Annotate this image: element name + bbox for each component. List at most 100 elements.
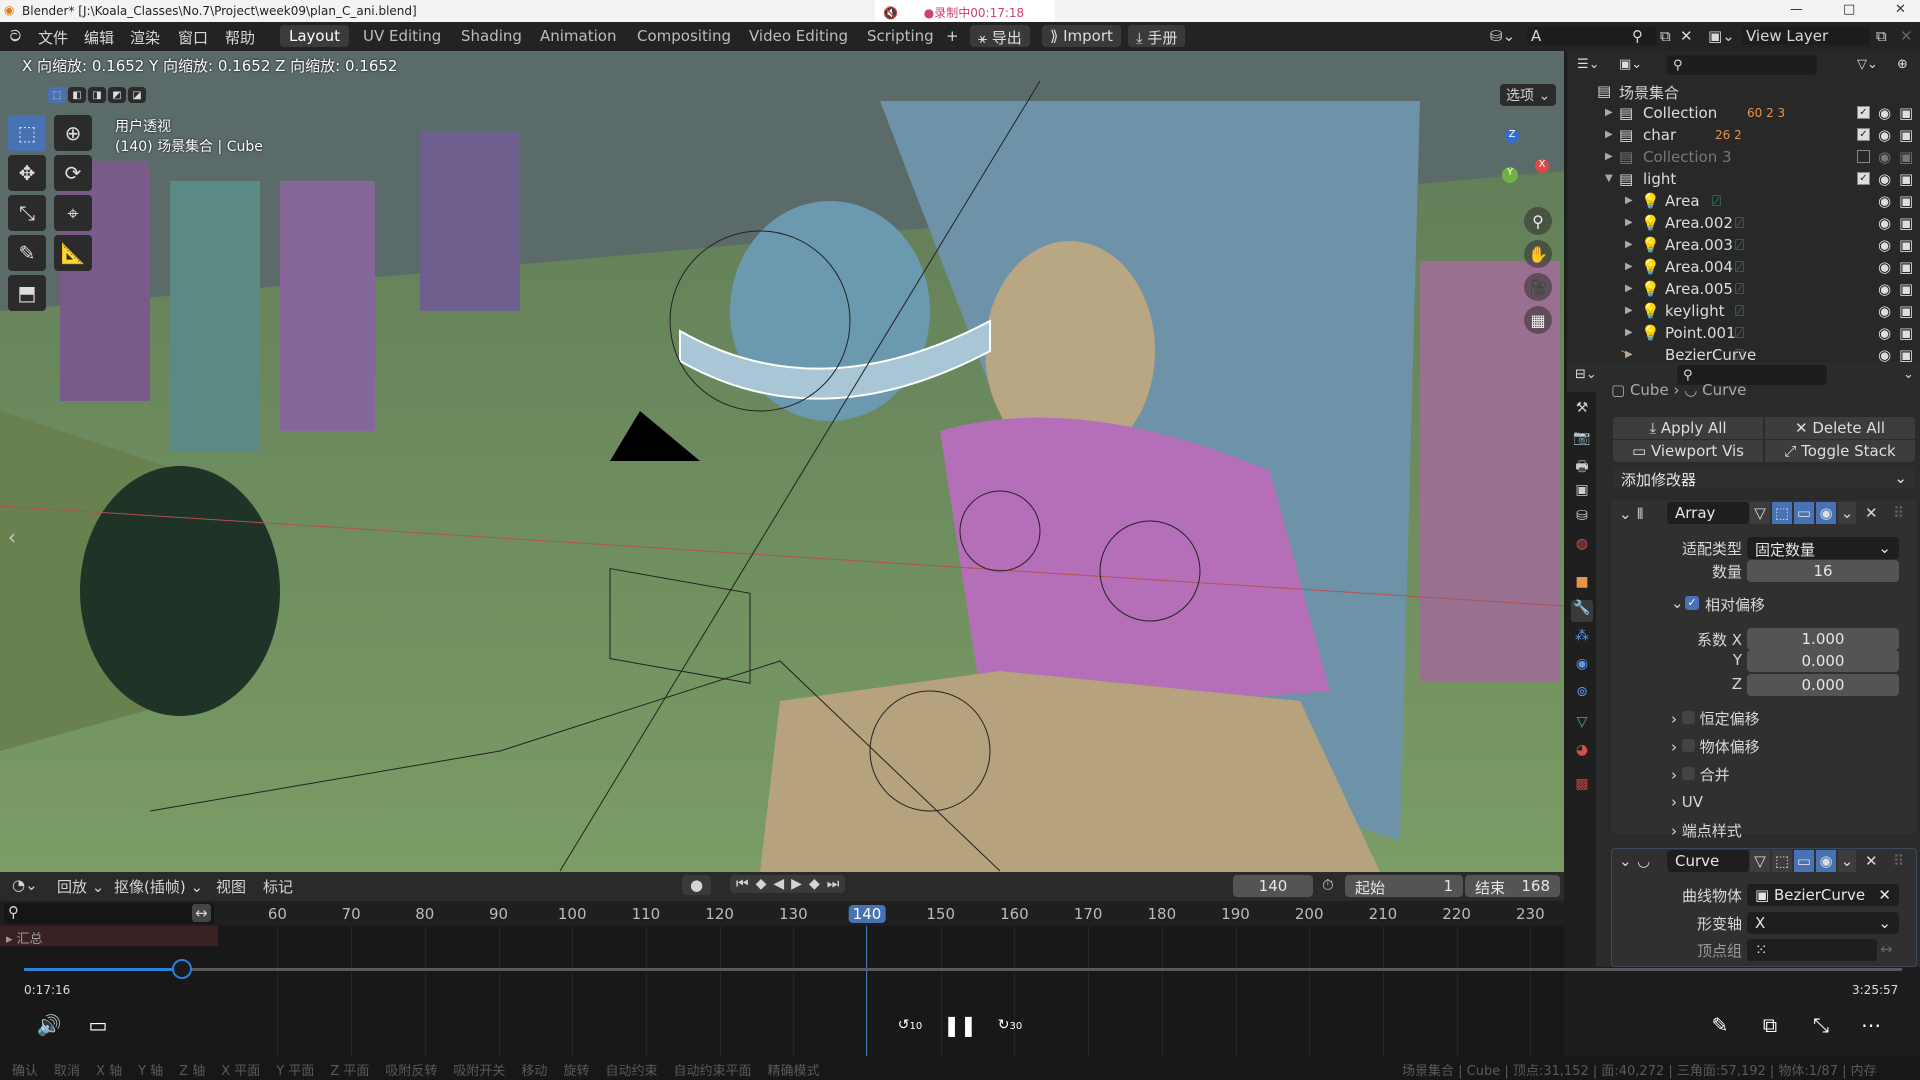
object-offset-checkbox[interactable] [1681,739,1695,752]
scene-selector-icon[interactable]: ⛁⌄ [1490,27,1515,45]
caps-subpanel[interactable]: › 端点样式 [1671,820,1742,841]
visibility-eye-icon[interactable]: ◉ [1878,258,1891,276]
view-layer-filter-icon[interactable]: ▣⌄ [1619,57,1642,72]
gizmo-x[interactable]: X [1535,159,1549,173]
deform-axis-dropdown[interactable]: X ⌄ [1747,912,1899,934]
render-camera-icon[interactable]: ▣ [1899,104,1913,122]
render-camera-icon[interactable]: ▣ [1899,280,1913,298]
tab-uv-editing[interactable]: UV Editing [354,25,450,47]
factor-y-field[interactable]: 0.000 [1747,650,1899,672]
clear-icon[interactable]: ✕ [1878,886,1891,904]
collapsed-arrow-icon[interactable]: ▶ [1625,305,1633,316]
remove-modifier-icon[interactable]: ✕ [1865,852,1878,870]
minimize-button[interactable]: — [1790,2,1803,17]
collapsed-arrow-icon[interactable]: ▶ [1605,107,1613,118]
collapsed-arrow-icon[interactable]: ▶ [1625,261,1633,272]
output-tab-icon[interactable]: 🖶 [1571,456,1593,478]
outliner-row[interactable]: ▶ 💡 Point.001 ⍁ ◉ ▣ [1567,322,1920,344]
pause-icon[interactable]: ❚❚ [943,1013,977,1037]
world-tab-icon[interactable]: ◍ [1571,536,1593,558]
render-toggle-icon[interactable]: ◉ [1816,850,1836,872]
volume-icon[interactable]: 🔊 [37,1013,62,1037]
pan-hand-icon[interactable]: ✋ [1524,240,1552,268]
render-camera-icon[interactable]: ▣ [1899,192,1913,210]
object-tab-icon[interactable]: ■ [1571,574,1593,596]
annotate-tool-icon[interactable]: ✎ [8,235,46,271]
visibility-eye-icon[interactable]: ◉ [1878,192,1891,210]
render-camera-icon[interactable]: ▣ [1899,126,1913,144]
marker-menu[interactable]: 标记 [263,876,293,897]
sync-channels-icon[interactable]: ↔ [192,904,211,922]
particles-tab-icon[interactable]: ⁂ [1571,628,1593,650]
pin-icon[interactable]: ⚲ [1632,27,1643,45]
texture-tab-icon[interactable]: ▩ [1571,776,1593,798]
viewport-vis-button[interactable]: ▭ Viewport Vis [1613,440,1763,462]
new-scene-icon[interactable]: ⧉ [1660,27,1671,45]
edit-mode-toggle-icon[interactable]: ▽ [1750,850,1770,872]
outliner-row[interactable]: ▶ 💡 Area.002 ⍁ ◉ ▣ [1567,212,1920,234]
rotate-tool-icon[interactable]: ⟳ [54,155,92,191]
filter-icon[interactable]: ▽⌄ [1857,57,1878,72]
end-frame-field[interactable]: 结束 168 [1465,875,1560,897]
object-offset-subpanel[interactable]: › 物体偏移 [1671,736,1760,757]
outliner-row[interactable]: ▶ 💡 Area ⍁ ◉ ▣ [1567,190,1920,212]
cage-toggle-icon[interactable]: ⬚ [1772,850,1792,872]
select-subtract-icon[interactable]: ◨ [88,87,106,103]
tab-compositing[interactable]: Compositing [628,25,740,47]
add-workspace-button[interactable]: + [946,27,959,45]
expanded-arrow-icon[interactable]: ▼ [1605,173,1613,184]
view-menu[interactable]: 视图 [216,876,246,897]
uv-subpanel[interactable]: › UV [1671,793,1703,811]
factor-x-field[interactable]: 1.000 [1747,628,1899,650]
preview-range-icon[interactable]: ⏱ [1322,876,1334,894]
measure-tool-icon[interactable]: 📐 [54,235,92,271]
collapsed-arrow-icon[interactable]: ▶ [1625,239,1633,250]
playhead-line[interactable] [866,926,867,1056]
vertex-group-field[interactable]: ⁙ [1747,939,1877,961]
physics-tab-icon[interactable]: ◉ [1571,656,1593,678]
render-camera-icon[interactable]: ▣ [1899,236,1913,254]
camera-view-icon[interactable]: 🎥 [1524,273,1552,301]
visibility-eye-icon[interactable]: ◉ [1878,324,1891,342]
render-toggle-icon[interactable]: ◉ [1816,502,1836,524]
select-intersect-icon[interactable]: ◪ [128,87,146,103]
outliner-row[interactable]: ▼ ▤ light ✓ ◉ ▣ [1567,168,1920,190]
select-invert-icon[interactable]: ◩ [108,87,126,103]
delete-all-button[interactable]: ✕ Delete All [1765,417,1915,439]
summary-channel[interactable]: ▸ 汇总 [0,926,218,947]
collapsed-arrow-icon[interactable]: ▶ [1625,195,1633,206]
add-modifier-dropdown[interactable]: 添加修改器 ⌄ [1613,467,1915,489]
viewport-toggle-icon[interactable]: ▭ [1794,850,1814,872]
menu-file[interactable]: 文件 [38,27,68,48]
keying-menu[interactable]: 抠像(插帧) ⌄ [114,876,203,897]
more-options-icon[interactable]: ⋯ [1861,1013,1881,1037]
select-new-icon[interactable]: ⬚ [48,87,66,103]
options-dropdown[interactable]: 选项 ⌄ [1500,84,1557,106]
manual-button[interactable]: ⤓ 手册 [1128,25,1186,47]
render-camera-icon[interactable]: ▣ [1899,324,1913,342]
apply-all-button[interactable]: ⤓ Apply All [1613,417,1763,439]
array-name-field[interactable]: Array [1667,502,1749,524]
expand-icon[interactable]: ⌄ [1671,594,1684,612]
material-tab-icon[interactable]: ◕ [1571,742,1593,764]
menu-window[interactable]: 窗口 [178,27,208,48]
remove-scene-icon[interactable]: ✕ [1680,27,1693,45]
visibility-eye-icon[interactable]: ◉ [1878,104,1891,122]
play-reverse-icon[interactable]: ◀ [773,876,784,892]
export-button[interactable]: ⚹ 导出 [970,25,1030,47]
edit-mode-toggle-icon[interactable]: ▽ [1750,502,1770,524]
jump-start-icon[interactable]: ⏮ [736,876,749,892]
exclude-checkbox[interactable]: ✓ [1857,106,1870,119]
exclude-checkbox[interactable]: ✓ [1857,128,1870,141]
constant-offset-checkbox[interactable] [1681,711,1695,724]
remove-view-layer-icon[interactable]: ✕ [1900,27,1913,45]
curve-object-field[interactable]: ▣ BezierCurve ✕ [1747,884,1899,906]
editor-type-icon[interactable]: ⊟⌄ [1575,367,1597,382]
factor-z-field[interactable]: 0.000 [1747,674,1899,696]
edit-pencil-icon[interactable]: ✎ [1712,1013,1729,1037]
play-icon[interactable]: ▶ [791,876,802,892]
outliner-row[interactable]: ▶ 💡 Area.004 ⍁ ◉ ▣ [1567,256,1920,278]
outliner-row[interactable]: ▶ 💡 Area.003 ⍁ ◉ ▣ [1567,234,1920,256]
cursor-tool-icon[interactable]: ⊕ [54,115,92,151]
visibility-eye-icon[interactable]: ◉ [1878,302,1891,320]
